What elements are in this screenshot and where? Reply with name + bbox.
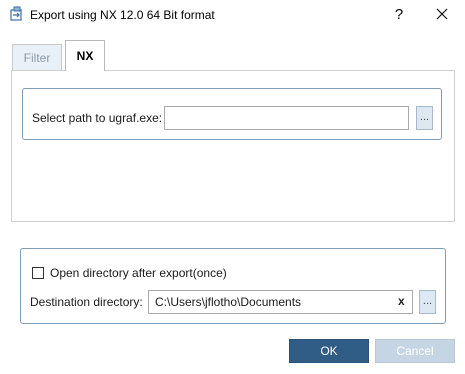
ugraf-browse-button[interactable]: ... [416, 106, 433, 130]
close-icon[interactable] [430, 4, 454, 26]
tab-nx[interactable]: NX [65, 40, 105, 71]
destination-path-text: C:\Users\jflotho\Documents [155, 295, 302, 309]
destination-browse-button[interactable]: ... [419, 290, 436, 314]
ok-button[interactable]: OK [289, 339, 369, 363]
ugraf-path-input[interactable] [164, 106, 409, 130]
title-bar: Export using NX 12.0 64 Bit format ? [0, 0, 465, 30]
window-title: Export using NX 12.0 64 Bit format [30, 8, 215, 22]
open-directory-label: Open directory after export(once) [50, 266, 227, 280]
cancel-button[interactable]: Cancel [375, 339, 455, 363]
export-app-icon [10, 6, 22, 21]
open-directory-checkbox[interactable] [32, 267, 44, 279]
clear-destination-button[interactable]: x [398, 294, 405, 308]
help-button[interactable]: ? [388, 4, 410, 26]
tab-filter[interactable]: Filter [12, 44, 62, 70]
ugraf-path-label: Select path to ugraf.exe: [32, 111, 163, 125]
destination-input[interactable]: C:\Users\jflotho\Documents [148, 290, 413, 314]
destination-label: Destination directory: [30, 295, 143, 309]
